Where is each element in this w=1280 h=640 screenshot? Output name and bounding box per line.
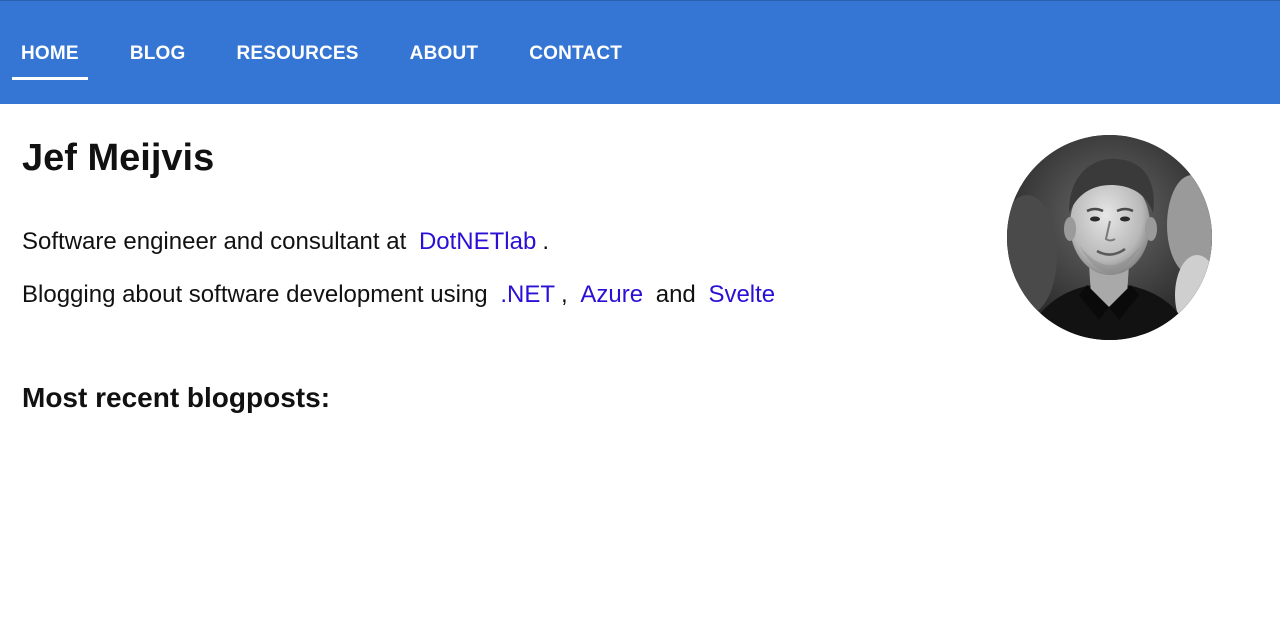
- azure-link[interactable]: Azure: [574, 281, 649, 308]
- profile-photo-icon: [1007, 135, 1212, 340]
- intro-line-blogging: Blogging about software development usin…: [22, 281, 781, 309]
- intro-job-text: Software engineer and consultant at: [22, 228, 407, 255]
- and-separator: and: [655, 281, 696, 308]
- recent-posts-heading: Most recent blogposts:: [22, 382, 331, 413]
- nav-item-about[interactable]: ABOUT: [401, 1, 488, 105]
- dotnet-link[interactable]: .NET: [494, 281, 561, 308]
- intro-blog-text: Blogging about software development usin…: [22, 281, 488, 308]
- nav-list: HOME BLOG RESOURCES ABOUT CONTACT: [12, 1, 664, 105]
- nav-item-contact[interactable]: CONTACT: [520, 1, 631, 105]
- nav-item-resources[interactable]: RESOURCES: [228, 1, 368, 105]
- page-title: Jef Meijvis: [22, 137, 215, 179]
- svelte-link[interactable]: Svelte: [702, 281, 781, 308]
- intro-job-suffix: .: [542, 228, 549, 255]
- dotnetlab-link[interactable]: DotNETlab: [413, 228, 542, 255]
- top-navbar: HOME BLOG RESOURCES ABOUT CONTACT: [0, 0, 1280, 104]
- intro-line-job: Software engineer and consultant at DotN…: [22, 228, 549, 256]
- avatar: [1007, 135, 1212, 340]
- nav-item-blog[interactable]: BLOG: [121, 1, 195, 105]
- comma-separator: ,: [561, 281, 568, 308]
- nav-item-home[interactable]: HOME: [12, 1, 88, 105]
